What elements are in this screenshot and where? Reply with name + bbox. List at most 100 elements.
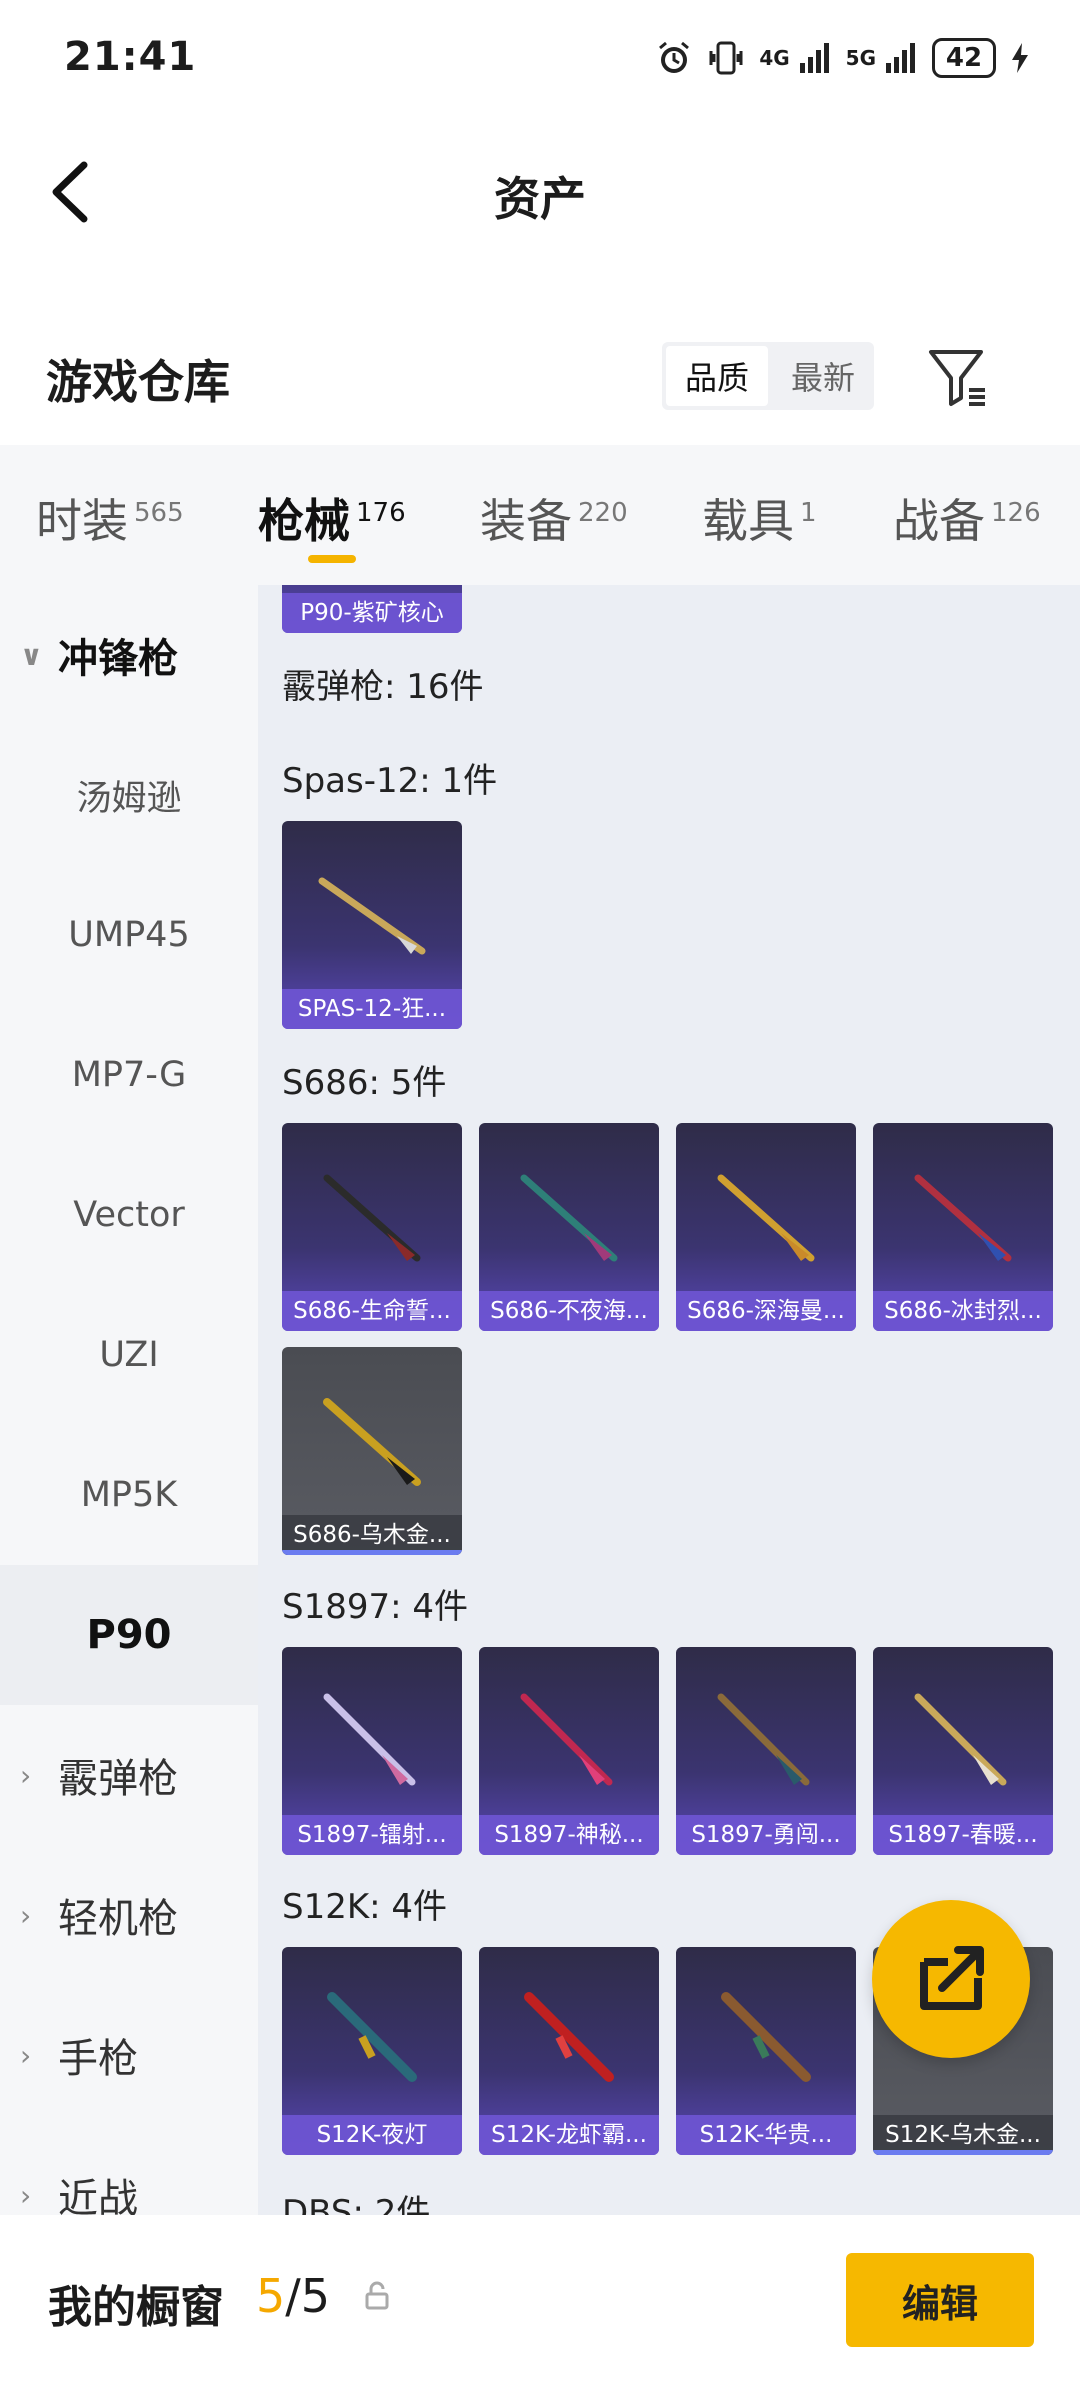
signal-icon xyxy=(799,43,829,73)
network-type-2: 5G xyxy=(845,46,876,70)
shotgun-image xyxy=(914,1693,1007,1786)
network-type-1: 4G xyxy=(759,46,790,70)
sidebar-item-label: 霰弹枪 xyxy=(58,1756,178,1802)
group-title: S12K: 4件 xyxy=(282,1887,448,1927)
weapon-card-name: SPAS-12-狂... xyxy=(282,989,462,1029)
sidebar-group-pistol[interactable]: › 手枪 xyxy=(0,1985,258,2125)
tab-fashion[interactable]: 时装 565 xyxy=(36,485,184,551)
showcase-total: /5 xyxy=(285,2269,331,2323)
edit-button[interactable]: 编辑 xyxy=(846,2253,1034,2347)
sidebar-group-lmg[interactable]: › 轻机枪 xyxy=(0,1845,258,1985)
shotgun-image xyxy=(323,1398,421,1486)
status-icons: 4G 5G 42 xyxy=(655,38,1030,78)
shotgun-image xyxy=(717,1174,815,1262)
chevron-right-icon: › xyxy=(20,1758,32,1792)
weapon-card[interactable]: S686-冰封烈... xyxy=(873,1123,1053,1331)
shotgun-image xyxy=(721,1992,811,2082)
weapon-card-name: S12K-华贵... xyxy=(676,2115,856,2155)
group-title: S686: 5件 xyxy=(282,1063,447,1103)
weapon-card[interactable]: S1897-镭射... xyxy=(282,1647,462,1855)
weapon-card[interactable]: SPAS-12-狂... xyxy=(282,821,462,1029)
weapon-card[interactable]: S686-乌木金... xyxy=(282,1347,462,1555)
weapon-card-name: P90-紫矿核心 xyxy=(282,593,462,633)
sidebar-item-mp7g[interactable]: MP7-G xyxy=(0,1005,258,1145)
shotgun-image xyxy=(323,1174,421,1262)
weapon-card[interactable]: S12K-夜灯 xyxy=(282,1947,462,2155)
weapon-card-name: S686-冰封烈... xyxy=(873,1291,1053,1331)
sidebar-item-label: 轻机枪 xyxy=(58,1896,178,1942)
weapon-card[interactable]: S1897-春暖... xyxy=(873,1647,1053,1855)
sidebar-item-p90[interactable]: P90 xyxy=(0,1565,258,1705)
shotgun-image xyxy=(717,1693,810,1786)
battery-level: 42 xyxy=(945,43,983,73)
sidebar-item-label: P90 xyxy=(86,1612,172,1658)
tab-count: 1 xyxy=(800,497,817,528)
weapon-card[interactable]: S1897-勇闯... xyxy=(676,1647,856,1855)
sidebar-item-label: MP5K xyxy=(80,1475,178,1515)
page-title: 资产 xyxy=(494,172,586,226)
shotgun-image xyxy=(520,1174,618,1262)
sidebar-item-label: 冲锋枪 xyxy=(58,636,178,682)
weapon-card[interactable]: P90-紫矿核心 xyxy=(282,585,462,633)
weapon-card[interactable]: S1897-神秘... xyxy=(479,1647,659,1855)
share-fab[interactable] xyxy=(872,1900,1030,2058)
sidebar-item-thompson[interactable]: 汤姆逊 xyxy=(0,725,258,865)
tab-label: 装备 xyxy=(480,494,572,548)
tab-label: 战备 xyxy=(893,494,985,548)
sidebar-item-label: UZI xyxy=(99,1335,159,1375)
weapon-card[interactable]: S12K-龙虾霸... xyxy=(479,1947,659,2155)
signal-icon-2 xyxy=(886,43,915,73)
chevron-down-icon: ∨ xyxy=(20,638,43,672)
weapon-card-name: S1897-神秘... xyxy=(479,1815,659,1855)
weapon-card-name: S1897-镭射... xyxy=(282,1815,462,1855)
sidebar-group-smg[interactable]: ∨ 冲锋枪 xyxy=(0,585,258,725)
sort-newest-button[interactable]: 最新 xyxy=(772,342,874,410)
tab-supplies[interactable]: 战备 126 xyxy=(893,485,1041,551)
tab-vehicles[interactable]: 载具 1 xyxy=(702,485,817,551)
warehouse-header: 游戏仓库 品质 最新 xyxy=(0,330,1080,430)
lock-icon xyxy=(365,2281,389,2310)
sidebar-item-vector[interactable]: Vector xyxy=(0,1145,258,1285)
bottom-bar: 我的橱窗 5/5 编辑 xyxy=(0,2215,1080,2382)
status-time: 21:41 xyxy=(64,34,197,80)
sidebar-item-label: Vector xyxy=(73,1195,185,1235)
weapon-card-name: S1897-春暖... xyxy=(873,1815,1053,1855)
weapon-card-name: S1897-勇闯... xyxy=(676,1815,856,1855)
showcase-count: 5/5 xyxy=(256,2269,330,2323)
tab-guns[interactable]: 枪械 176 xyxy=(258,485,406,551)
weapon-card[interactable]: S686-深海曼... xyxy=(676,1123,856,1331)
sidebar-item-ump45[interactable]: UMP45 xyxy=(0,865,258,1005)
weapon-card-name: S686-乌木金... xyxy=(282,1515,462,1555)
shotgun-image xyxy=(318,877,426,955)
sidebar-group-melee[interactable]: › 近战 xyxy=(0,2125,258,2215)
sidebar-item-label: 手枪 xyxy=(58,2036,138,2082)
charging-icon xyxy=(1012,43,1028,73)
sort-quality-button[interactable]: 品质 xyxy=(666,346,768,406)
external-link-icon xyxy=(920,1946,984,2010)
group-title: Spas-12: 1件 xyxy=(282,761,498,801)
weapon-card[interactable]: S686-不夜海... xyxy=(479,1123,659,1331)
group-title: DBS: 2件 xyxy=(282,2193,431,2215)
alarm-icon xyxy=(659,41,690,73)
chevron-right-icon: › xyxy=(20,1898,32,1932)
filter-button[interactable] xyxy=(925,344,991,410)
weapon-card[interactable]: S12K-华贵... xyxy=(676,1947,856,2155)
tab-label: 载具 xyxy=(702,494,794,548)
sidebar-item-mp5k[interactable]: MP5K xyxy=(0,1425,258,1565)
tab-count: 220 xyxy=(578,497,628,528)
weapon-card[interactable]: S686-生命誓... xyxy=(282,1123,462,1331)
shotgun-image xyxy=(327,1992,417,2082)
weapon-card-name: S12K-龙虾霸... xyxy=(479,2115,659,2155)
group-title: S1897: 4件 xyxy=(282,1587,469,1627)
vibrate-icon xyxy=(709,41,743,75)
sidebar-item-label: MP7-G xyxy=(71,1055,187,1095)
category-count: 霰弹枪: 16件 xyxy=(282,667,484,707)
tab-equipment[interactable]: 装备 220 xyxy=(480,485,628,551)
sidebar-item-label: UMP45 xyxy=(68,915,190,955)
category-tabs: 时装 565 枪械 176 装备 220 载具 1 战备 126 xyxy=(0,445,1080,585)
weapon-card-name: S686-生命誓... xyxy=(282,1291,462,1331)
sidebar-group-shotgun[interactable]: › 霰弹枪 xyxy=(0,1705,258,1845)
sidebar-item-label: 近战 xyxy=(58,2176,138,2215)
sidebar-item-uzi[interactable]: UZI xyxy=(0,1285,258,1425)
tab-label: 时装 xyxy=(36,494,128,548)
